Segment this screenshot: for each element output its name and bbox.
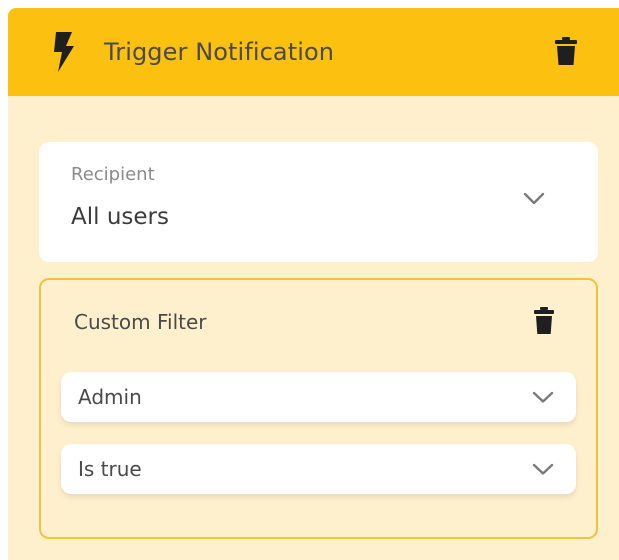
filter-condition-select[interactable]: Is true bbox=[61, 444, 576, 494]
recipient-dropdown[interactable]: Recipient All users bbox=[39, 142, 598, 262]
panel-header: Trigger Notification bbox=[8, 8, 619, 96]
filter-field-value: Admin bbox=[78, 385, 142, 409]
lightning-bolt-icon bbox=[54, 32, 74, 72]
filter-condition-value: Is true bbox=[78, 457, 142, 481]
chevron-down-icon[interactable] bbox=[532, 391, 554, 404]
chevron-down-icon[interactable] bbox=[523, 192, 545, 206]
custom-filter-title: Custom Filter bbox=[74, 310, 207, 334]
panel-title: Trigger Notification bbox=[104, 38, 335, 66]
trash-icon[interactable] bbox=[555, 37, 577, 65]
filter-field-select[interactable]: Admin bbox=[61, 372, 576, 422]
custom-filter-group: Custom Filter Admin Is true bbox=[39, 278, 598, 539]
trash-icon[interactable] bbox=[534, 307, 554, 334]
recipient-label: Recipient bbox=[71, 164, 155, 185]
chevron-down-icon[interactable] bbox=[532, 463, 554, 476]
recipient-value: All users bbox=[71, 204, 169, 230]
trigger-notification-panel: Trigger Notification Recipient All users… bbox=[8, 8, 619, 560]
